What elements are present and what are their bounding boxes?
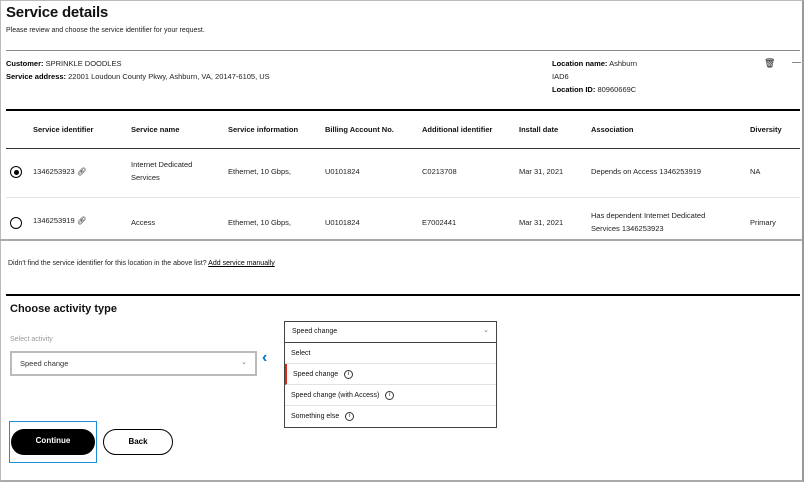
col-additional-identifier: Additional identifier [422,125,493,134]
collapse-icon[interactable] [792,62,801,63]
association: Depends on Access 1346253919 [591,167,702,176]
location-id: Location ID: 80960669C [552,85,637,94]
chevron-left-icon: ‹ [262,349,268,366]
col-billing-account: Billing Account No. [325,125,394,134]
service-name: Internet Dedicated Services [131,160,193,182]
col-service-identifier: Service identifier [33,125,94,134]
info-icon[interactable]: i [345,412,355,421]
divider [6,50,800,51]
link-icon: 🔗︎ [76,216,87,225]
header-divider [6,148,800,149]
link-icon: 🔗︎ [76,167,87,176]
chevron-down-icon: ⌄ [483,327,489,334]
billing-account: U0101824 [325,218,360,227]
association: Has dependent Internet Dedicated Services… [591,211,706,233]
service-address: Service address: 22001 Loudoun County Pk… [6,72,270,81]
service-name: Access [131,218,156,227]
page-subtitle: Please review and choose the service ide… [6,27,205,34]
back-button[interactable]: Back [103,429,173,455]
info-icon[interactable]: i [344,369,354,379]
dropdown-header[interactable]: Speed change ⌄ [285,322,496,343]
service-id: 1346253919 🔗︎ [33,216,87,225]
billing-account: U0101824 [325,167,360,176]
additional-identifier: E7002441 [422,218,457,227]
select-activity-label: Select activity [10,336,53,343]
option-speed-change[interactable]: Speed change i [285,364,496,385]
activity-title: Choose activity type [10,303,117,315]
install-date: Mar 31, 2021 [519,218,564,227]
section-divider [6,294,800,296]
row-radio[interactable] [10,217,22,229]
table-bottom-border [0,239,802,241]
install-date: Mar 31, 2021 [519,167,564,176]
col-service-name: Service name [131,125,180,134]
row-divider [6,197,800,198]
service-info: Ethernet, 10 Gbps, [228,167,291,176]
option-select[interactable]: Select [285,343,496,364]
option-something-else[interactable]: Something else i [285,406,496,427]
add-service-manually-link[interactable]: Add service manually [208,260,275,267]
diversity: Primary [750,218,776,227]
col-service-information: Service information [228,125,299,134]
missing-service-text: Didn't find the service identifier for t… [8,260,275,267]
col-diversity: Diversity [750,125,782,134]
continue-button[interactable]: Continue [11,429,95,455]
location-code: IAD6 [552,72,569,81]
page-title: Service details [6,4,109,21]
location-name: Location name: Ashburn [552,59,638,68]
col-association: Association [591,125,634,134]
table-top-border [6,109,800,111]
col-install-date: Install date [519,125,559,134]
trash-icon[interactable]: 🗑 [764,58,775,69]
select-activity-dropdown[interactable]: Speed change ⌄ [10,351,257,376]
additional-identifier: C0213708 [422,167,457,176]
row-radio[interactable] [10,166,22,178]
service-id: 1346253923 🔗︎ [33,167,87,176]
chevron-down-icon: ⌄ [241,359,247,366]
option-speed-change-with-access[interactable]: Speed change (with Access) i [285,385,496,406]
diversity: NA [750,167,761,176]
customer-info: Customer: SPRINKLE DOODLES [6,59,122,68]
activity-dropdown-menu[interactable]: Speed change ⌄ Select Speed change i Speed… [284,321,497,428]
info-icon[interactable]: i [385,390,395,400]
selected-value: Speed change [20,359,69,368]
service-info: Ethernet, 10 Gbps, [228,218,291,227]
